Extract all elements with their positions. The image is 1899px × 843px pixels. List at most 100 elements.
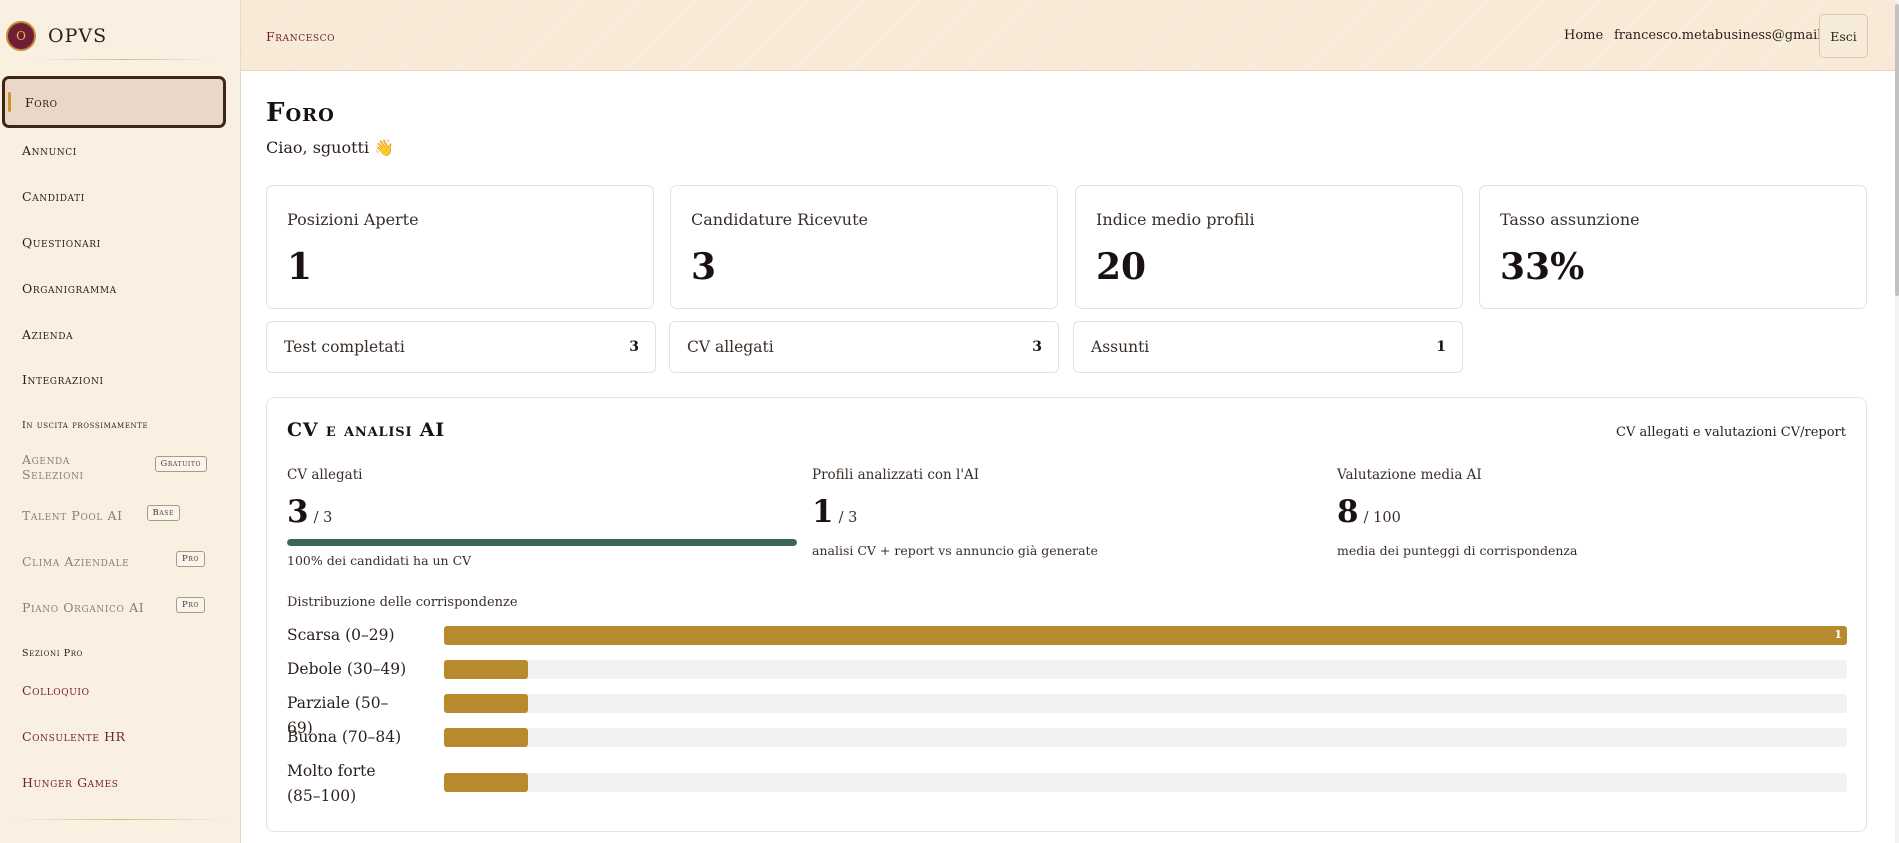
sidebar-item-organigramma[interactable]: Organigramma — [22, 276, 117, 300]
sidebar-item-label: Colloquio — [22, 682, 90, 698]
sidebar-item-colloquio[interactable]: Colloquio — [22, 678, 90, 702]
metric-label: CV allegati — [287, 467, 363, 483]
sidebar-item-label: Foro — [25, 94, 58, 110]
badge-pro: Pro — [176, 597, 205, 613]
panel-title: CV e analisi AI — [287, 419, 445, 441]
stat-card-posizioni-aperte: Posizioni Aperte 1 — [266, 185, 654, 309]
mini-stat-assunti: Assunti 1 — [1073, 321, 1463, 373]
active-indicator — [8, 92, 11, 112]
stat-card-candidature-ricevute: Candidature Ricevute 3 — [670, 185, 1058, 309]
sidebar-item-talent-pool-ai[interactable]: Talent Pool AI Base — [22, 503, 207, 527]
distribution-label: Debole (30–49) — [287, 660, 407, 678]
sidebar-item-clima-aziendale[interactable]: Clima Aziendale Pro — [22, 549, 207, 573]
mini-stat-value: 1 — [1436, 339, 1446, 355]
stat-card-tasso-assunzione: Tasso assunzione 33% — [1479, 185, 1867, 309]
cv-reports-link[interactable]: CV allegati e valutazioni CV/report — [1616, 425, 1846, 440]
header-user-name: Francesco — [266, 29, 336, 44]
sidebar-item-label: Talent Pool AI — [22, 507, 123, 523]
sidebar-item-label: Azienda — [22, 326, 74, 342]
sidebar-item-azienda[interactable]: Azienda — [22, 322, 73, 346]
sidebar-item-label: Agenda Selezioni — [22, 452, 84, 482]
badge-gratuito: Gratuito — [154, 456, 207, 472]
brand-logo: O — [6, 21, 36, 51]
user-email: francesco.metabusiness@gmail.com — [1614, 28, 1854, 43]
sidebar-item-hunger-games[interactable]: Hunger Games — [22, 770, 119, 794]
metric-cv-allegati: CV allegati 3 / 3 100% dei candidati ha … — [287, 467, 797, 568]
sidebar-item-label: Piano Organico AI — [22, 599, 145, 615]
metric-total: / 3 — [838, 510, 858, 526]
sidebar-item-consulente-hr[interactable]: Consulente HR — [22, 724, 126, 748]
greeting: Ciao, sguotti 👋 — [266, 138, 395, 157]
distribution-track — [444, 728, 1847, 747]
progress-bar — [287, 539, 797, 546]
sidebar-item-piano-organico-ai[interactable]: Piano Organico AI Pro — [22, 595, 207, 619]
sidebar-item-questionari[interactable]: Questionari — [22, 230, 101, 254]
logout-button[interactable]: Esci — [1819, 14, 1868, 58]
stat-label: Posizioni Aperte — [287, 210, 419, 229]
distribution-bar — [444, 660, 528, 679]
scrollbar[interactable] — [1895, 0, 1899, 843]
metric-profili-analizzati: Profili analizzati con l'AI 1 / 3 analis… — [812, 467, 1322, 558]
mini-stat-value: 3 — [629, 339, 639, 355]
sidebar-item-label: Hunger Games — [22, 774, 119, 790]
mini-stat-test-completati: Test completati 3 — [266, 321, 656, 373]
home-link[interactable]: Home — [1564, 28, 1603, 43]
metric-number: 1 — [812, 494, 834, 530]
metric-total: / 3 — [313, 510, 333, 526]
progress-bar-fill — [287, 539, 797, 546]
stat-label: Indice medio profili — [1096, 210, 1255, 229]
stat-value: 3 — [691, 246, 717, 288]
page-title: Foro — [266, 98, 335, 128]
metric-number: 3 — [287, 494, 309, 530]
sidebar-item-label: Consulente HR — [22, 728, 126, 744]
metric-number: 8 — [1337, 494, 1359, 530]
metric-note: media dei punteggi di corrispondenza — [1337, 543, 1578, 558]
stat-label: Tasso assunzione — [1500, 210, 1640, 229]
sidebar-item-annunci[interactable]: Annunci — [22, 138, 77, 162]
divider — [36, 59, 212, 60]
metric-total: / 100 — [1363, 510, 1401, 526]
mini-stat-cv-allegati: CV allegati 3 — [669, 321, 1059, 373]
distribution-label: Molto forte (85–100) — [287, 762, 376, 805]
metric-note: analisi CV + report vs annuncio già gene… — [812, 543, 1098, 558]
badge-base: Base — [146, 505, 180, 521]
metric-note: 100% dei candidati ha un CV — [287, 553, 472, 568]
sidebar-item-label: Organigramma — [22, 280, 117, 296]
mini-stat-value: 3 — [1032, 339, 1042, 355]
stat-card-indice-medio-profili: Indice medio profili 20 — [1075, 185, 1463, 309]
sidebar-item-agenda-selezioni[interactable]: Agenda Selezioni Gratuito — [22, 450, 207, 484]
metric-value: 8 / 100 — [1337, 494, 1401, 530]
sidebar-item-integrazioni[interactable]: Integrazioni — [22, 367, 104, 391]
sidebar-item-label: Candidati — [22, 188, 85, 204]
metric-label: Profili analizzati con l'AI — [812, 467, 980, 483]
sidebar-item-label: Clima Aziendale — [22, 553, 130, 569]
mini-stat-label: Assunti — [1091, 338, 1150, 356]
divider — [10, 819, 230, 820]
distribution-bar — [444, 694, 528, 713]
stat-value: 1 — [287, 246, 313, 288]
mini-stat-label: Test completati — [284, 338, 405, 356]
sidebar: O OPVS Foro Annunci Candidati Questionar… — [0, 0, 241, 843]
stat-label: Candidature Ricevute — [691, 210, 868, 229]
distribution-count: 1 — [1834, 628, 1842, 641]
sidebar-item-candidati[interactable]: Candidati — [22, 184, 85, 208]
stat-value: 33% — [1500, 246, 1585, 288]
cv-analysis-panel: CV e analisi AI CV allegati e valutazion… — [266, 397, 1867, 832]
scrollbar-thumb[interactable] — [1895, 4, 1899, 296]
top-header: Francesco Home francesco.metabusiness@gm… — [241, 0, 1895, 71]
sidebar-item-label: Questionari — [22, 234, 101, 250]
badge-pro: Pro — [176, 551, 205, 567]
distribution-track — [444, 694, 1847, 713]
distribution-track: 1 — [444, 626, 1847, 645]
sidebar-item-label: Integrazioni — [22, 371, 104, 387]
stat-value: 20 — [1096, 246, 1147, 288]
mini-stat-label: CV allegati — [687, 338, 774, 356]
distribution-label: Buona (70–84) — [287, 728, 402, 746]
distribution-label: Scarsa (0–29) — [287, 626, 395, 644]
distribution-track — [444, 773, 1847, 792]
metric-label: Valutazione media AI — [1337, 467, 1482, 483]
distribution-bar: 1 — [444, 626, 1847, 645]
brand[interactable]: O OPVS — [6, 21, 107, 51]
sidebar-item-foro[interactable]: Foro — [2, 76, 226, 128]
metric-value: 3 / 3 — [287, 494, 332, 530]
